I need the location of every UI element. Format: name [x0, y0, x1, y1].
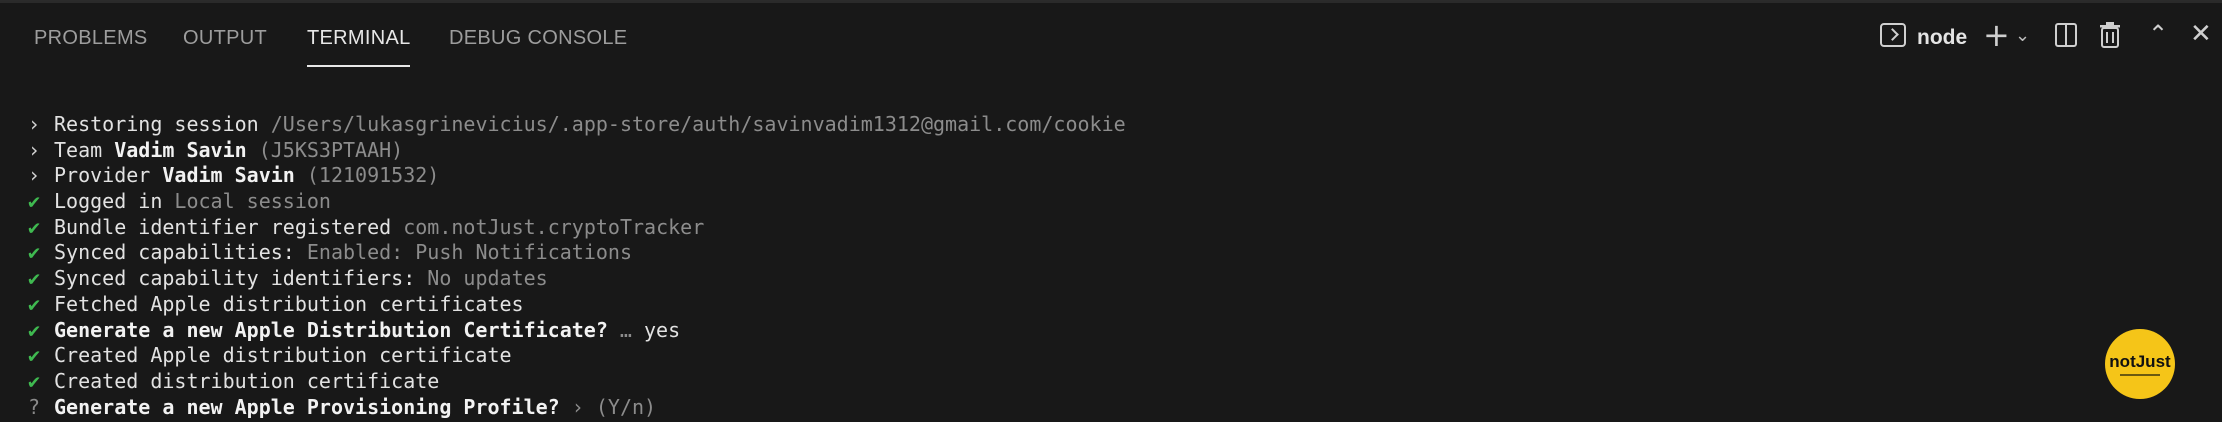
- terminal-text: Restoring session: [54, 112, 271, 136]
- terminal-text: Synced capabilities:: [54, 240, 307, 265]
- tab-output[interactable]: OUTPUT: [183, 27, 267, 50]
- chevron-down-icon[interactable]: ⌄: [2015, 25, 2030, 46]
- terminal-text: Bundle identifier registered: [54, 214, 404, 239]
- terminal-line: ✔ Generate a new Apple Distribution Certi…: [28, 318, 2222, 344]
- terminal-panel: PROBLEMS OUTPUT TERMINAL DEBUG CONSOLE n…: [0, 0, 2222, 422]
- plus-icon[interactable]: +: [1983, 19, 2010, 51]
- checkmark-icon: ✔: [28, 317, 41, 342]
- terminal-text: Synced capability identifiers:: [54, 266, 428, 291]
- terminal-line: › Restoring session /Users/lukasgrinevici…: [28, 112, 2222, 138]
- checkmark-icon: ✔: [28, 240, 41, 265]
- checkmark-icon: ✔: [28, 189, 41, 214]
- terminal-line: ✔ Logged in Local session: [28, 189, 2222, 215]
- tab-problems[interactable]: PROBLEMS: [34, 27, 148, 50]
- terminal-text: Team: [54, 137, 115, 162]
- checkmark-icon: ✔: [28, 266, 41, 291]
- terminal-text: Provider: [54, 163, 163, 188]
- terminal-text: Enabled: Push Notifications: [306, 240, 632, 265]
- split-icon[interactable]: [2055, 23, 2077, 47]
- terminal-text: Created distribution certificate: [54, 368, 440, 393]
- notjust-logo: notJust: [2105, 329, 2175, 399]
- checkmark-icon: ✔: [28, 368, 41, 393]
- terminal-text: Local session: [174, 189, 331, 214]
- terminal-line: ✔ Synced capability identifiers: No updat…: [28, 266, 2222, 292]
- terminal-line: ? Generate a new Apple Provisioning Profi…: [28, 395, 2222, 421]
- terminal-text: com.notJust.cryptoTracker: [403, 214, 705, 239]
- chevron-up-icon[interactable]: ⌃: [2148, 20, 2168, 48]
- panel-tab-bar: PROBLEMS OUTPUT TERMINAL DEBUG CONSOLE n…: [0, 1, 2222, 75]
- terminal-line: ✔ Created Apple distribution certificate: [28, 343, 2222, 369]
- terminal-text: (121091532): [294, 163, 440, 188]
- terminal-line: › Team Vadim Savin (J5KS3PTAAH): [28, 138, 2222, 164]
- terminal-text: Fetched Apple distribution certificates: [54, 291, 524, 316]
- terminal-text: …: [607, 317, 645, 342]
- terminal-text: Vadim Savin: [162, 163, 295, 188]
- terminal-line: ✔ Created distribution certificate: [28, 369, 2222, 395]
- terminal-line: ✔ Bundle identifier registered com.notJus…: [28, 215, 2222, 241]
- terminal-text: Vadim Savin: [114, 137, 247, 162]
- checkmark-icon: ✔: [28, 214, 41, 239]
- terminal-line: ✔ Fetched Apple distribution certificates: [28, 292, 2222, 318]
- logo-underline: [2120, 373, 2160, 376]
- terminal-text: yes: [644, 317, 681, 342]
- terminal-text: Generate a new Apple Distribution Certif…: [54, 317, 608, 342]
- checkmark-icon: ✔: [28, 343, 41, 368]
- terminal-output[interactable]: › Restoring session /Users/lukasgrinevici…: [28, 112, 2222, 420]
- terminal-text: Created Apple distribution certificate: [54, 343, 512, 368]
- terminal-text: No updates: [427, 266, 548, 291]
- chevron-right-icon: ›: [28, 137, 41, 162]
- terminal-name-label[interactable]: node: [1917, 26, 1967, 50]
- terminal-text: › (Y/n): [559, 394, 657, 419]
- chevron-right-icon: ›: [28, 112, 41, 136]
- checkmark-icon: ✔: [28, 291, 41, 316]
- question-icon: ?: [28, 394, 41, 419]
- terminal-icon[interactable]: [1880, 23, 1906, 47]
- terminal-line: ✔ Synced capabilities: Enabled: Push Noti…: [28, 240, 2222, 266]
- terminal-text: (J5KS3PTAAH): [246, 137, 404, 162]
- terminal-text: /Users/lukasgrinevicius/.app-store/auth/…: [270, 112, 1126, 136]
- chevron-right-icon: ›: [28, 163, 41, 188]
- terminal-text: Generate a new Apple Provisioning Profil…: [54, 394, 560, 419]
- close-icon[interactable]: ✕: [2190, 19, 2212, 49]
- active-tab-indicator: [307, 65, 410, 67]
- terminal-line: › Provider Vadim Savin (121091532): [28, 163, 2222, 189]
- terminal-text: Logged in: [54, 189, 175, 214]
- trash-icon[interactable]: [2098, 21, 2122, 49]
- tab-terminal[interactable]: TERMINAL: [307, 27, 411, 50]
- tab-debug-console[interactable]: DEBUG CONSOLE: [449, 27, 627, 50]
- logo-text: notJust: [2109, 351, 2171, 371]
